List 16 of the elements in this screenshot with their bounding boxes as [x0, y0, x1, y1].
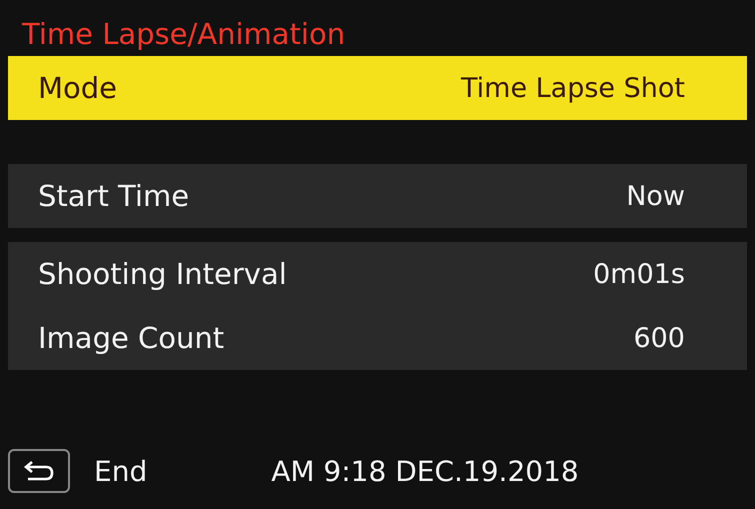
end-label: End: [94, 454, 148, 488]
row-value: Now: [626, 180, 685, 212]
menu-row[interactable]: Mode Time Lapse Shot: [8, 56, 747, 120]
row-label: Start Time: [38, 179, 190, 213]
menu-title: Time Lapse/Animation: [20, 16, 346, 53]
menu-row[interactable]: Shooting Interval 0m01s: [8, 242, 747, 306]
row-label: Image Count: [38, 321, 224, 355]
menu-row[interactable]: Start Time Now: [8, 164, 747, 228]
back-button[interactable]: [8, 449, 70, 493]
menu-row[interactable]: Image Count 600: [8, 306, 747, 370]
row-value: 600: [633, 322, 685, 354]
row-label: Mode: [38, 71, 118, 105]
row-label: Shooting Interval: [38, 257, 287, 291]
row-value: 0m01s: [593, 258, 685, 290]
date-time: AM 9:18 DEC.19.2018: [271, 454, 579, 488]
row-value: Time Lapse Shot: [460, 72, 685, 104]
